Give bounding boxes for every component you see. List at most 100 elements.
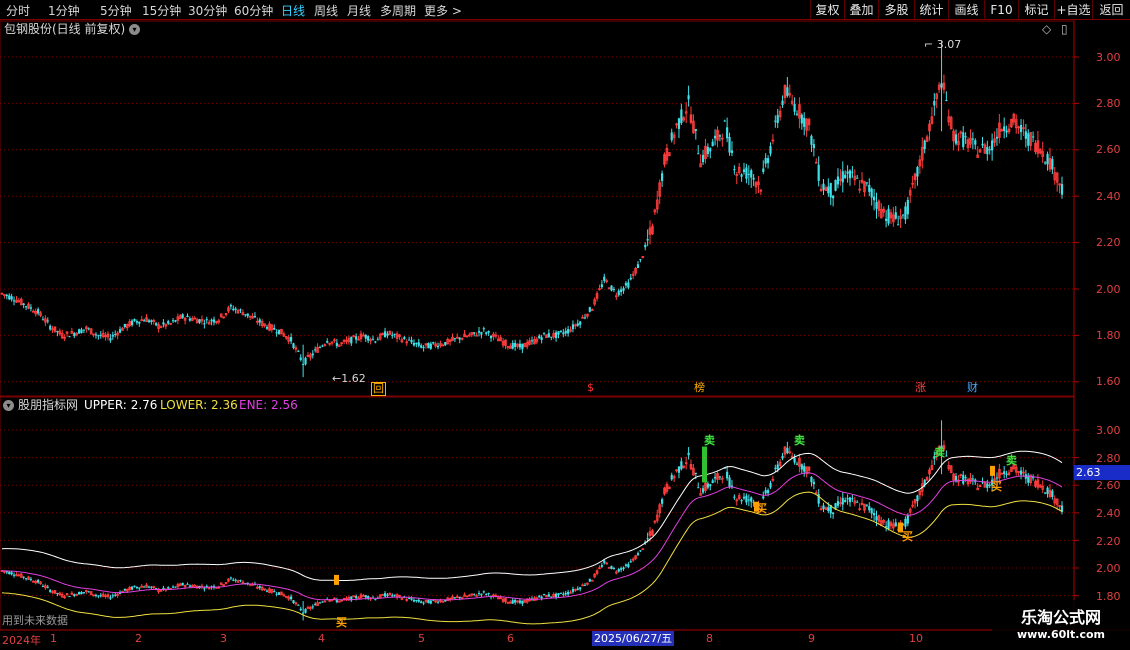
main-candle-body <box>265 326 269 329</box>
indicator-candle-body <box>904 518 907 527</box>
main-candle-body <box>723 120 726 122</box>
high-price-label: ⌐ 3.07 <box>924 38 962 51</box>
indicator-name[interactable]: 股朋指标网 <box>18 398 78 412</box>
main-candle-body <box>518 343 522 348</box>
indicator-candle-body <box>766 490 770 494</box>
indicator-candle-body <box>232 579 235 581</box>
main-candle-body <box>150 320 153 322</box>
main-candle-body <box>945 99 948 101</box>
main-candle-body <box>612 289 616 291</box>
indicator-candle-body <box>487 592 490 595</box>
main-candle-body <box>624 283 628 286</box>
main-candle-body <box>1005 130 1008 133</box>
indicator-candle-body <box>562 593 565 595</box>
main-candle-body <box>232 308 235 311</box>
main-candle-body <box>415 342 418 344</box>
indicator-candle-body <box>728 477 731 487</box>
sell-signal-bar <box>702 446 707 483</box>
main-candle-body <box>810 135 813 145</box>
month-label: 2 <box>135 632 142 645</box>
main-candle-body <box>453 338 457 340</box>
indicator-candle-body <box>318 602 322 604</box>
indicator-candle-body <box>518 600 522 603</box>
chevron-down-icon[interactable]: ▾ <box>129 24 140 35</box>
event-tag-limit-up[interactable]: 涨 <box>914 382 927 394</box>
main-candle-body <box>571 324 575 330</box>
event-tag-ranking[interactable]: 榜 <box>693 382 706 394</box>
indicator-candle-body <box>844 500 847 503</box>
indicator-candle-body <box>46 586 49 588</box>
arrow-icon: ⌐ <box>924 38 934 51</box>
indicator-candle-body <box>314 603 317 605</box>
main-candle-body <box>836 176 840 185</box>
main-candle-body <box>697 153 700 155</box>
main-candle-body <box>834 179 837 191</box>
sell-signal: 卖 <box>704 434 715 447</box>
main-candle-body <box>485 332 488 334</box>
buy-signal: 买 <box>902 530 913 543</box>
main-candle-body <box>489 335 493 339</box>
main-candle-body <box>155 322 158 326</box>
indicator-tick: 2.80 <box>1096 452 1121 465</box>
indicator-candle-body <box>362 595 365 597</box>
main-candle-body <box>174 320 177 322</box>
price-tick: 2.60 <box>1096 143 1121 156</box>
main-candle-body <box>511 343 514 349</box>
year-label: 2024年 <box>2 634 41 647</box>
indicator-candle-body <box>1005 473 1008 475</box>
indicator-candle-body <box>473 593 476 595</box>
main-candle-body <box>436 345 440 348</box>
main-candle-body <box>1024 131 1027 139</box>
future-data-note: 用到未来数据 <box>2 614 68 627</box>
main-candles[interactable] <box>0 40 1064 378</box>
indicator-candles[interactable] <box>0 420 1064 621</box>
main-candle-body <box>326 341 329 343</box>
main-candle-body <box>246 313 249 317</box>
event-tag-return[interactable]: 回 <box>371 382 386 396</box>
event-tag-dollar[interactable]: $ <box>586 382 595 394</box>
indicator-candle-body <box>627 564 630 568</box>
panel-toggle-icon[interactable]: ▯ <box>1061 22 1068 36</box>
diamond-icon[interactable]: ◇ <box>1042 22 1051 36</box>
indicator-candle-body <box>747 499 750 501</box>
indicator-candle-body <box>571 589 575 592</box>
indicator-candle-body <box>514 600 517 603</box>
main-candle-body <box>487 330 490 333</box>
indicator-candle-body <box>258 586 261 588</box>
event-tag-finance[interactable]: 财 <box>966 382 979 394</box>
chevron-down-icon[interactable]: ▾ <box>3 400 14 411</box>
indicator-candle-body <box>391 595 394 597</box>
main-candle-body <box>350 336 353 344</box>
stock-chart[interactable] <box>0 0 1130 650</box>
main-candle-body <box>277 329 281 335</box>
indicator-candle-body <box>383 593 387 597</box>
main-candle-body <box>844 174 847 179</box>
low-price-label: ←1.62 <box>332 372 366 385</box>
main-candle-body <box>87 328 90 330</box>
indicator-candle-body <box>1003 471 1006 475</box>
month-label: 8 <box>706 632 713 645</box>
main-candle-body <box>371 338 375 340</box>
buy-signal: 买 <box>336 616 347 629</box>
main-candle-body <box>827 186 830 194</box>
indicator-candle-body <box>234 579 237 581</box>
indicator-candle-body <box>701 488 705 493</box>
indicator-candle-body <box>374 599 377 601</box>
main-candle-body <box>480 332 483 335</box>
main-candle-body <box>408 339 411 341</box>
main-candle-body <box>299 357 302 360</box>
main-candle-body <box>258 319 261 323</box>
indicator-candle-body <box>12 574 16 576</box>
indicator-candle-body <box>865 504 868 506</box>
indicator-candle-body <box>321 601 324 603</box>
main-candle-body <box>253 316 257 318</box>
main-candle-body <box>800 114 803 124</box>
month-label: 6 <box>507 632 514 645</box>
indicator-candle-body <box>114 594 117 596</box>
main-candle-body <box>870 188 873 198</box>
main-candle-body <box>564 330 567 334</box>
main-candle-body <box>297 350 300 352</box>
month-label: 5 <box>418 632 425 645</box>
indicator-candle-body <box>99 595 102 597</box>
main-candle-body <box>68 336 71 338</box>
